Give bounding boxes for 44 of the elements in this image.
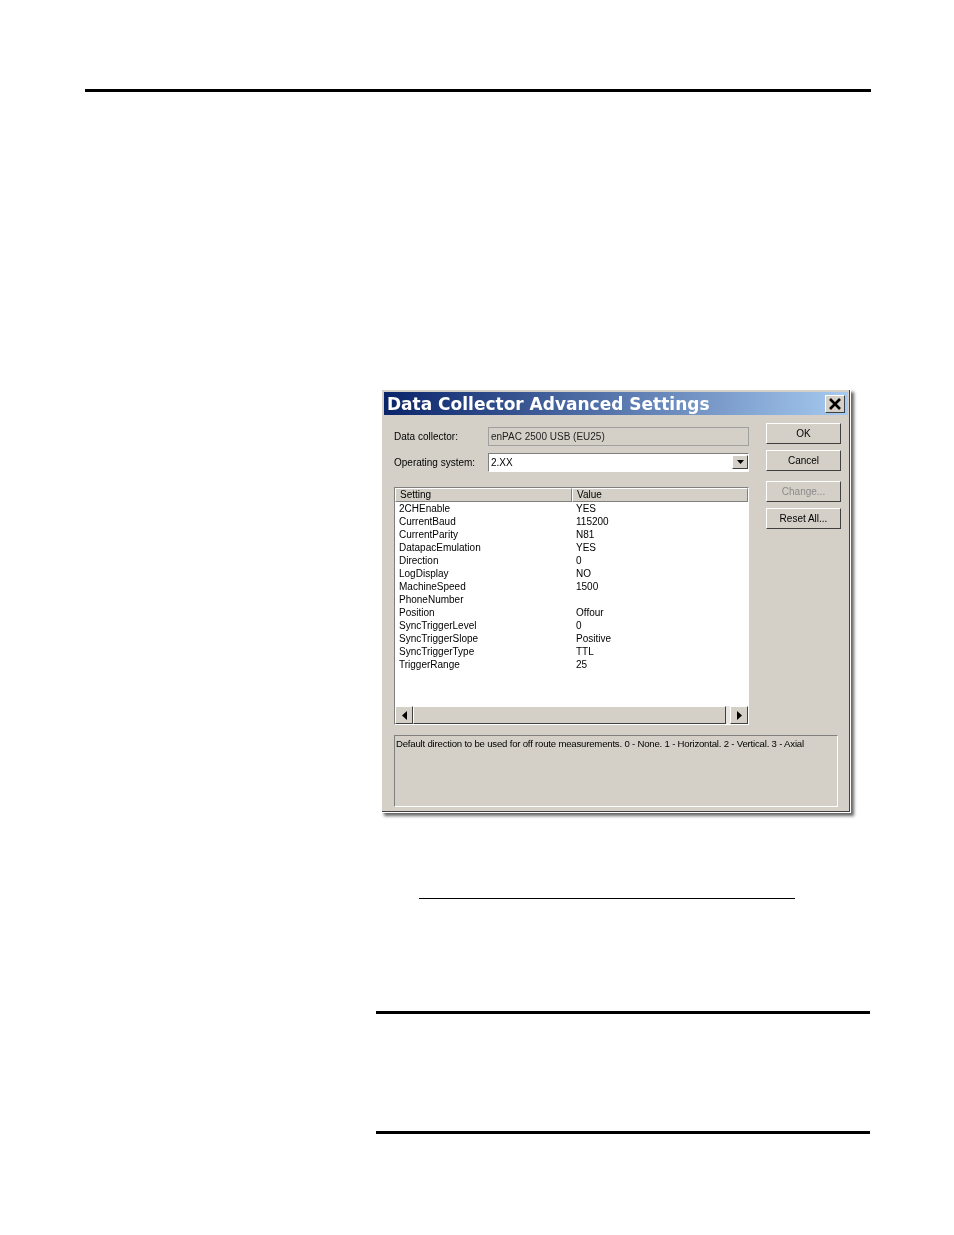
table-cell-text: PhoneNumber [398,593,465,606]
caret-icon [736,460,744,464]
table-cell-text: 25 [575,658,588,671]
left-arrow-icon [401,710,407,720]
table-cell-text: MachineSpeed [398,580,467,593]
table-cell-text: 1500 [575,580,599,593]
table-cell-text: YES [575,541,596,554]
table-cell-text: N81 [575,528,595,541]
column-header[interactable]: Setting [395,488,572,502]
dropdown-field[interactable]: 2.XX [488,452,749,472]
close-icon [829,397,841,410]
table-cell-text: Position [398,606,436,619]
scroll-right-button[interactable] [730,706,748,724]
table-cell-text: SyncTriggerLevel [398,619,478,632]
table-cell-text: 115200 [575,515,609,528]
table-cell-text: CurrentParity [398,528,459,541]
window-title: Data Collector Advanced Settings [387,393,710,414]
table-cell-text: TTL [575,645,594,658]
field-label: Data collector: [394,430,459,442]
readonly-field: enPAC 2500 USB (EU25) [488,426,749,446]
close-button[interactable] [825,394,845,413]
table-cell-text: 0 [575,554,582,567]
field-label: Operating system: [394,456,477,468]
scroll-left-button[interactable] [395,706,413,724]
table-cell-text: CurrentBaud [398,515,457,528]
table-cell-text: TriggerRange [398,658,461,671]
table-cell-text: 0 [575,619,582,632]
table-cell-text: Positive [575,632,611,645]
table-cell-text: 2CHEnable [398,502,452,515]
table-cell-text: Offour [575,606,604,619]
dialog-button[interactable]: Cancel [766,450,841,471]
table-cell-text: SyncTriggerSlope [398,632,480,645]
table-cell-text: SyncTriggerType [398,645,476,658]
right-arrow-icon [736,710,742,720]
dropdown-button[interactable] [732,455,748,469]
description-text: Default direction to be used for off route measurements. 0 - None. 1 - Horizontal. 2 - Vertical. 3 - Axial [394,735,838,807]
table-cell-text: DatapacEmulation [398,541,482,554]
table-cell-text: LogDisplay [398,567,450,580]
table-cell-text: Direction [398,554,440,567]
table-cell-text: NO [575,567,591,580]
dialog-button[interactable]: Reset All... [766,508,841,529]
table-cell-text: YES [575,502,596,515]
column-header[interactable]: Value [572,488,748,502]
dialog-button[interactable]: OK [766,423,841,444]
